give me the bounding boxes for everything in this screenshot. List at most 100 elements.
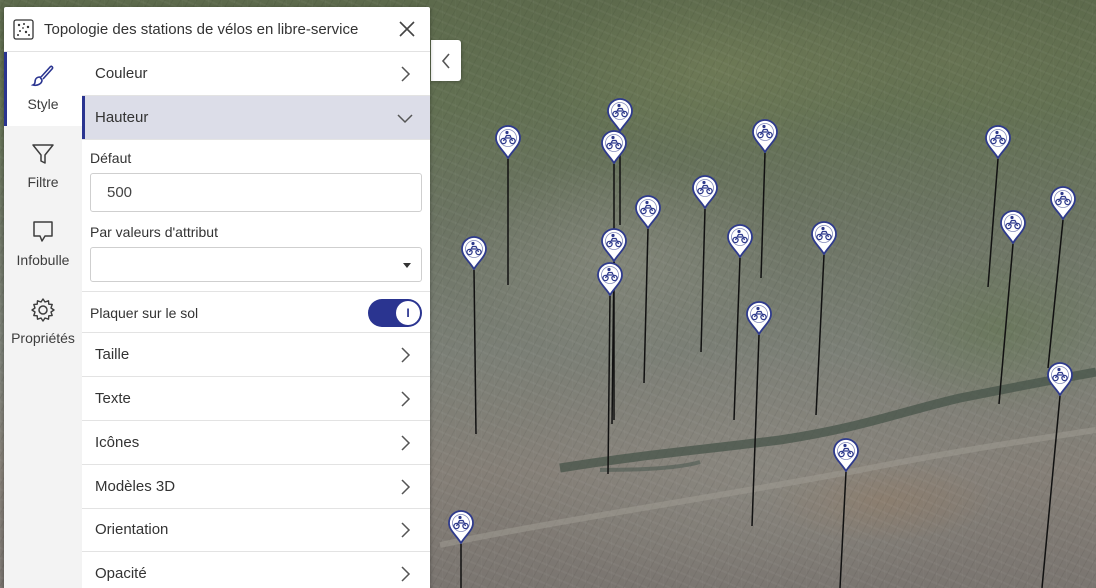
bike-station-marker[interactable] <box>494 125 522 159</box>
section-taille[interactable]: Taille <box>82 333 430 377</box>
marker-height-line <box>751 334 760 527</box>
bicycle-station-icon <box>833 438 859 472</box>
tab-filtre-label: Filtre <box>27 174 59 190</box>
section-hauteur[interactable]: Hauteur <box>82 96 430 140</box>
marker-height-line <box>998 243 1014 405</box>
bicycle-station-icon <box>692 175 718 209</box>
bicycle-station-icon <box>635 195 661 229</box>
chevron-left-icon <box>441 52 450 69</box>
tab-style[interactable]: Style <box>4 52 82 126</box>
bicycle-station-icon <box>746 301 772 335</box>
style-content: Couleur Hauteur Défaut 500 Par valeurs d… <box>82 52 430 588</box>
marker-height-line <box>987 158 999 288</box>
paintbrush-icon <box>30 65 54 87</box>
close-icon[interactable] <box>397 19 417 39</box>
marker-height-line <box>607 295 611 475</box>
marker-height-line <box>473 269 477 435</box>
rail-tracks <box>439 427 1096 548</box>
section-hauteur-label: Hauteur <box>95 109 149 126</box>
bicycle-station-icon <box>601 228 627 262</box>
chevron-right-icon <box>401 522 411 538</box>
bicycle-station-icon <box>597 262 623 296</box>
bike-station-marker[interactable] <box>634 195 662 229</box>
marker-height-line <box>760 152 766 279</box>
bicycle-station-icon <box>448 510 474 544</box>
tab-infobulle[interactable]: Infobulle <box>4 208 82 282</box>
section-couleur-label: Couleur <box>95 65 148 82</box>
marker-height-line <box>839 471 847 588</box>
bicycle-station-icon <box>1050 186 1076 220</box>
clamp-to-ground-label: Plaquer sur le sol <box>90 305 199 321</box>
bicycle-station-icon <box>1000 210 1026 244</box>
section-texte[interactable]: Texte <box>82 377 430 421</box>
section-opacite-label: Opacité <box>95 565 147 582</box>
tab-filtre[interactable]: Filtre <box>4 130 82 204</box>
tab-style-label: Style <box>27 96 59 112</box>
collapse-panel-button[interactable] <box>431 40 461 81</box>
bike-station-marker[interactable] <box>600 130 628 164</box>
section-icones[interactable]: Icônes <box>82 421 430 465</box>
bike-station-marker[interactable] <box>447 510 475 544</box>
default-height-label: Défaut <box>90 150 132 166</box>
panel-title: Topologie des stations de vélos en libre… <box>44 20 359 38</box>
bicycle-station-icon <box>495 125 521 159</box>
chevron-right-icon <box>401 391 411 407</box>
section-couleur[interactable]: Couleur <box>82 52 430 96</box>
bike-station-marker[interactable] <box>460 236 488 270</box>
bicycle-station-icon <box>461 236 487 270</box>
bicycle-station-icon <box>811 221 837 255</box>
bicycle-station-icon <box>1047 362 1073 396</box>
section-modeles-3d[interactable]: Modèles 3D <box>82 465 430 509</box>
tab-proprietes[interactable]: Propriétés <box>4 286 82 360</box>
bike-station-marker[interactable] <box>726 224 754 258</box>
section-opacite[interactable]: Opacité <box>82 552 430 588</box>
bike-station-marker[interactable] <box>606 98 634 132</box>
bike-station-marker[interactable] <box>1049 186 1077 220</box>
chevron-right-icon <box>401 435 411 451</box>
marker-height-line <box>1041 395 1061 588</box>
bike-station-marker[interactable] <box>984 125 1012 159</box>
bike-station-marker[interactable] <box>999 210 1027 244</box>
section-orientation[interactable]: Orientation <box>82 508 430 552</box>
marker-height-line <box>733 257 741 421</box>
river <box>559 367 1096 473</box>
default-height-input[interactable]: 500 <box>90 173 422 212</box>
clamp-to-ground-toggle[interactable]: I <box>368 299 422 327</box>
marker-height-line <box>815 254 825 416</box>
tab-proprietes-label: Propriétés <box>11 330 75 346</box>
speech-bubble-icon <box>33 221 53 242</box>
layer-style-panel: Topologie des stations de vélos en libre… <box>4 7 430 588</box>
section-taille-label: Taille <box>95 346 130 363</box>
attribute-values-select[interactable] <box>90 247 422 282</box>
gear-icon <box>31 298 55 322</box>
bike-station-marker[interactable] <box>691 175 719 209</box>
chevron-right-icon <box>401 479 411 495</box>
marker-height-line <box>643 228 649 384</box>
bike-station-marker[interactable] <box>600 228 628 262</box>
bike-station-marker[interactable] <box>832 438 860 472</box>
bike-station-marker[interactable] <box>810 221 838 255</box>
point-cloud-icon <box>13 18 34 40</box>
chevron-down-icon <box>397 114 413 124</box>
default-height-value: 500 <box>107 184 133 201</box>
chevron-right-icon <box>401 66 411 82</box>
bike-station-marker[interactable] <box>751 119 779 153</box>
bicycle-station-icon <box>601 130 627 164</box>
bike-station-marker[interactable] <box>1046 362 1074 396</box>
panel-header: Topologie des stations de vélos en libre… <box>4 7 430 52</box>
clamp-to-ground-row: Plaquer sur le sol I <box>82 291 430 333</box>
bicycle-station-icon <box>985 125 1011 159</box>
section-texte-label: Texte <box>95 390 131 407</box>
bike-station-marker[interactable] <box>745 301 773 335</box>
tab-infobulle-label: Infobulle <box>16 252 70 268</box>
bicycle-station-icon <box>727 224 753 258</box>
section-orientation-label: Orientation <box>95 521 169 538</box>
section-icones-label: Icônes <box>95 434 140 451</box>
bike-station-marker[interactable] <box>596 262 624 296</box>
funnel-icon <box>32 144 54 164</box>
dropdown-caret-icon <box>403 263 411 268</box>
marker-height-line <box>700 208 706 353</box>
toggle-knob: I <box>396 301 420 325</box>
attribute-values-label: Par valeurs d'attribut <box>90 224 218 240</box>
chevron-right-icon <box>401 347 411 363</box>
